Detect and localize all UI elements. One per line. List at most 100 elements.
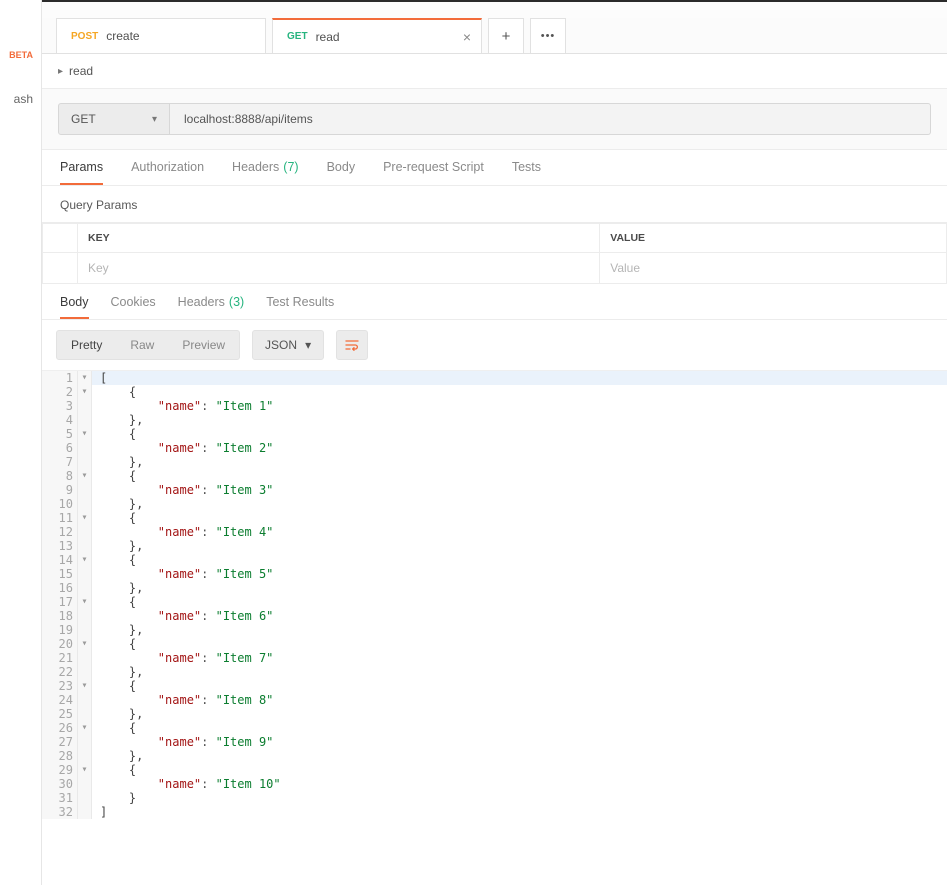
code-text: [ — [92, 371, 107, 385]
code-text: "name": "Item 10" — [92, 777, 281, 791]
code-text: }, — [92, 749, 143, 763]
line-number: 3 — [42, 399, 78, 413]
tab-more-menu[interactable]: ••• — [530, 18, 566, 53]
code-line[interactable]: 22 }, — [42, 665, 947, 679]
close-icon[interactable]: × — [463, 29, 471, 45]
response-body-viewer[interactable]: 1▾[2▾ {3 "name": "Item 1"4 },5▾ {6 "name… — [42, 370, 947, 885]
window-titlebar — [42, 0, 947, 18]
resp-tab-body[interactable]: Body — [60, 286, 89, 319]
param-key-input[interactable]: Key — [78, 252, 600, 283]
code-line[interactable]: 23▾ { — [42, 679, 947, 693]
tab-prerequest[interactable]: Pre-request Script — [383, 150, 484, 185]
code-text: ] — [92, 805, 107, 819]
code-line[interactable]: 1▾[ — [42, 371, 947, 385]
chevron-down-icon: ▾ — [152, 114, 157, 125]
line-wrap-button[interactable] — [336, 330, 368, 360]
tab-label: read — [316, 30, 340, 44]
code-text: { — [92, 469, 136, 483]
code-line[interactable]: 18 "name": "Item 6" — [42, 609, 947, 623]
code-line[interactable]: 10 }, — [42, 497, 947, 511]
line-number: 14 — [42, 553, 78, 567]
lang-select[interactable]: JSON ▾ — [252, 330, 324, 360]
chevron-right-icon[interactable]: ▸ — [58, 66, 63, 77]
code-line[interactable]: 6 "name": "Item 2" — [42, 441, 947, 455]
url-input[interactable]: localhost:8888/api/items — [170, 103, 931, 135]
request-name: read — [69, 64, 93, 78]
view-raw[interactable]: Raw — [116, 331, 168, 359]
tab-params[interactable]: Params — [60, 150, 103, 185]
code-line[interactable]: 21 "name": "Item 7" — [42, 651, 947, 665]
code-line[interactable]: 9 "name": "Item 3" — [42, 483, 947, 497]
code-line[interactable]: 4 }, — [42, 413, 947, 427]
tab-body[interactable]: Body — [327, 150, 356, 185]
fold-icon[interactable]: ▾ — [78, 427, 92, 441]
code-text: "name": "Item 3" — [92, 483, 273, 497]
param-key-header: KEY — [78, 223, 600, 252]
code-line[interactable]: 3 "name": "Item 1" — [42, 399, 947, 413]
lang-value: JSON — [265, 338, 297, 352]
code-line[interactable]: 12 "name": "Item 4" — [42, 525, 947, 539]
request-tab-create[interactable]: POST create — [56, 18, 266, 53]
code-line[interactable]: 11▾ { — [42, 511, 947, 525]
line-number: 17 — [42, 595, 78, 609]
method-select[interactable]: GET ▾ — [58, 103, 170, 135]
line-number: 10 — [42, 497, 78, 511]
line-number: 2 — [42, 385, 78, 399]
code-line[interactable]: 26▾ { — [42, 721, 947, 735]
fold-icon[interactable]: ▾ — [78, 371, 92, 385]
code-line[interactable]: 7 }, — [42, 455, 947, 469]
param-value-input[interactable]: Value — [600, 252, 947, 283]
fold-icon[interactable]: ▾ — [78, 637, 92, 651]
trash-label[interactable]: ash — [14, 92, 33, 106]
code-line[interactable]: 27 "name": "Item 9" — [42, 735, 947, 749]
code-line[interactable]: 2▾ { — [42, 385, 947, 399]
code-line[interactable]: 16 }, — [42, 581, 947, 595]
code-line[interactable]: 17▾ { — [42, 595, 947, 609]
code-line[interactable]: 31 } — [42, 791, 947, 805]
fold-icon[interactable]: ▾ — [78, 721, 92, 735]
code-line[interactable]: 14▾ { — [42, 553, 947, 567]
code-line[interactable]: 28 }, — [42, 749, 947, 763]
line-number: 29 — [42, 763, 78, 777]
view-pretty[interactable]: Pretty — [57, 331, 116, 359]
line-number: 26 — [42, 721, 78, 735]
code-text: "name": "Item 5" — [92, 567, 273, 581]
url-value: localhost:8888/api/items — [184, 112, 313, 126]
code-text: "name": "Item 6" — [92, 609, 273, 623]
resp-tab-cookies[interactable]: Cookies — [111, 286, 156, 319]
tab-tests[interactable]: Tests — [512, 150, 541, 185]
resp-tab-headers[interactable]: Headers (3) — [178, 286, 245, 319]
code-line[interactable]: 20▾ { — [42, 637, 947, 651]
response-sub-tabs: Body Cookies Headers (3) Test Results — [42, 286, 947, 320]
fold-icon[interactable]: ▾ — [78, 553, 92, 567]
code-line[interactable]: 25 }, — [42, 707, 947, 721]
code-line[interactable]: 8▾ { — [42, 469, 947, 483]
fold-icon[interactable]: ▾ — [78, 763, 92, 777]
code-line[interactable]: 29▾ { — [42, 763, 947, 777]
code-line[interactable]: 32] — [42, 805, 947, 819]
resp-tab-tests[interactable]: Test Results — [266, 286, 334, 319]
fold-icon[interactable]: ▾ — [78, 385, 92, 399]
fold-icon[interactable]: ▾ — [78, 679, 92, 693]
view-preview[interactable]: Preview — [168, 331, 239, 359]
code-text: }, — [92, 455, 143, 469]
fold-icon[interactable]: ▾ — [78, 595, 92, 609]
fold-icon[interactable]: ▾ — [78, 469, 92, 483]
code-line[interactable]: 15 "name": "Item 5" — [42, 567, 947, 581]
fold-icon[interactable]: ▾ — [78, 511, 92, 525]
param-checkbox[interactable] — [42, 252, 78, 283]
new-tab-button[interactable]: + — [488, 18, 524, 53]
tab-label: create — [106, 29, 139, 43]
fold-icon — [78, 805, 92, 819]
code-line[interactable]: 13 }, — [42, 539, 947, 553]
tab-headers[interactable]: Headers (7) — [232, 150, 299, 185]
code-line[interactable]: 24 "name": "Item 8" — [42, 693, 947, 707]
code-text: "name": "Item 9" — [92, 735, 273, 749]
tab-authorization[interactable]: Authorization — [131, 150, 204, 185]
request-tab-read[interactable]: GET read × — [272, 18, 482, 53]
response-view-controls: Pretty Raw Preview JSON ▾ — [42, 320, 947, 370]
table-row[interactable]: Key Value — [42, 252, 947, 283]
code-line[interactable]: 19 }, — [42, 623, 947, 637]
code-line[interactable]: 5▾ { — [42, 427, 947, 441]
code-line[interactable]: 30 "name": "Item 10" — [42, 777, 947, 791]
